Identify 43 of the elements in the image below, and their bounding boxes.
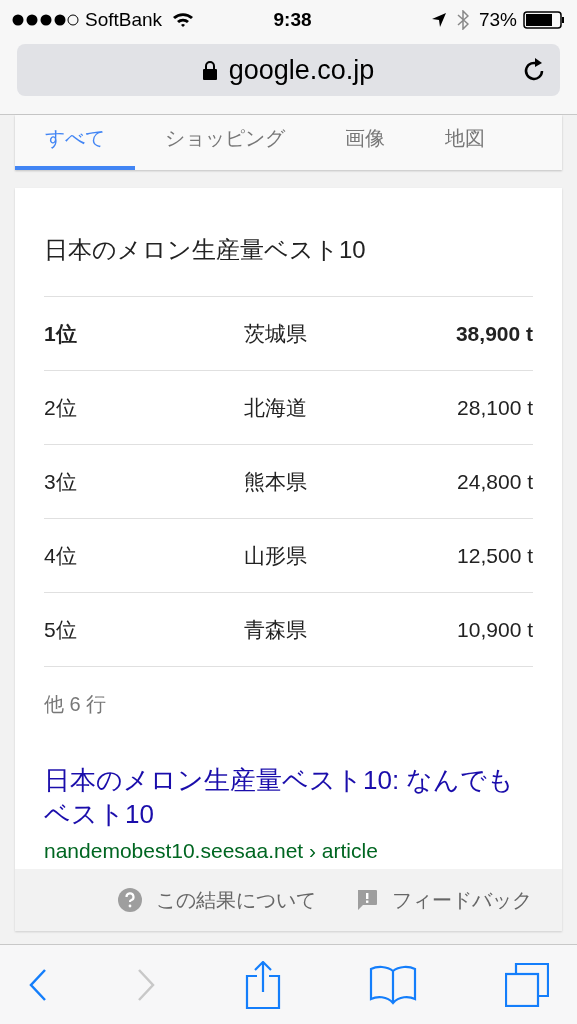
bluetooth-icon [456, 10, 469, 30]
amount-cell-text: 24,800 t [457, 468, 533, 495]
rank-cell-text: 3位 [44, 468, 78, 495]
url-text: google.co.jp [228, 53, 375, 87]
amount-cell-text: 28,100 t [457, 394, 533, 421]
feedback-button[interactable]: フィードバック [356, 884, 532, 915]
search-tab[interactable]: 地図 [415, 115, 515, 170]
prefecture-cell-text: 熊本県 [244, 468, 308, 495]
location-arrow-icon [430, 12, 447, 28]
prefecture-cell-text: 茨城県 [244, 320, 308, 347]
feedback-icon [356, 888, 378, 911]
rank-cell-text: 5位 [44, 616, 78, 643]
search-tab[interactable]: ショッピング [135, 115, 315, 170]
result-url: nandemobest10.seesaa.net › article [44, 838, 379, 864]
wifi-icon [172, 12, 195, 28]
battery-percent: 73% [478, 7, 517, 32]
result-link[interactable]: 日本のメロン生産量ベスト10: なんでもベスト10 [44, 763, 533, 831]
search-tab[interactable]: 画像 [315, 115, 415, 170]
amount-cell-text: 10,900 t [457, 616, 533, 643]
rank-cell-text: 4位 [44, 542, 78, 569]
rank-cell-text: 2位 [44, 394, 78, 421]
more-rows-text: 他 6 行 [43, 692, 108, 717]
clock-time: 9:38 [272, 7, 313, 32]
signal-icon [12, 14, 79, 26]
prefecture-cell-text: 青森県 [244, 616, 308, 643]
result-title: 日本のメロン生産量ベスト10 [43, 235, 367, 265]
amount-cell-text: 12,500 t [457, 542, 533, 569]
amount-cell-text: 38,900 t [455, 320, 533, 347]
back-icon[interactable] [28, 967, 48, 1002]
search-tab[interactable]: すべて [15, 115, 135, 170]
tabs-icon[interactable] [505, 962, 549, 1007]
prefecture-cell-text: 山形県 [244, 542, 308, 569]
about-result-button[interactable]: この結果について [118, 884, 316, 915]
lock-icon [202, 60, 217, 80]
rank-cell-text: 1位 [44, 320, 78, 347]
help-icon [118, 887, 142, 912]
battery-icon [523, 11, 565, 29]
bookmarks-icon[interactable] [368, 964, 417, 1005]
share-icon[interactable] [244, 960, 281, 1009]
carrier-name: SoftBank [85, 7, 163, 32]
prefecture-cell-text: 北海道 [244, 394, 308, 421]
reload-icon[interactable] [522, 57, 546, 83]
address-bar[interactable]: google.co.jp [17, 44, 560, 96]
